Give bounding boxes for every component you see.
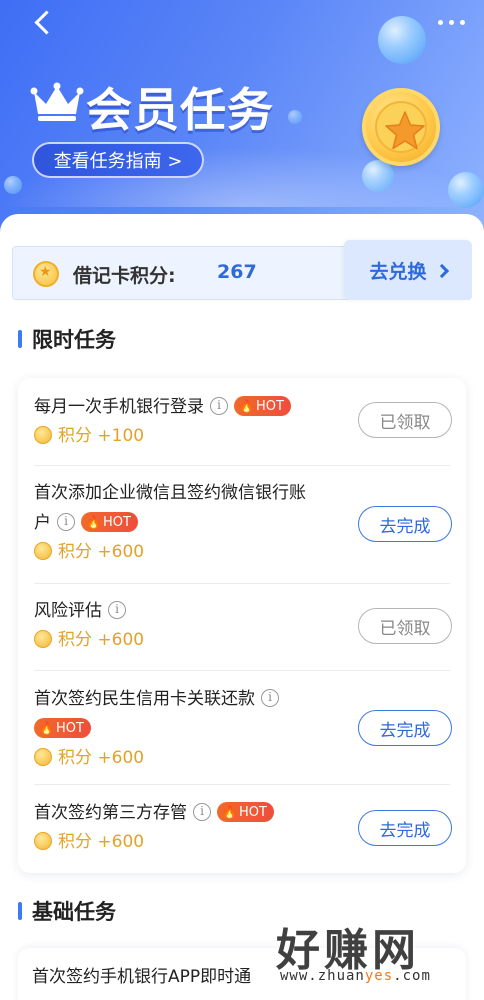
flame-icon: 🔥 [239, 398, 254, 413]
star-coin-icon [362, 88, 440, 166]
task-guide-button[interactable]: 查看任务指南 > [32, 142, 204, 178]
flame-icon: 🔥 [222, 804, 237, 819]
divider [34, 670, 450, 671]
points-label: 借记卡积分: [73, 265, 176, 287]
header-banner: 会员任务 查看任务指南 > [0, 0, 484, 235]
limited-task-list: 每月一次手机银行登录 i 🔥 HOT 积分 +100 已领取 首次添加企业微信且签约微… [18, 378, 466, 873]
hot-text: HOT [55, 720, 84, 736]
hot-text: HOT [102, 514, 131, 530]
task-name: 首次签约第三方存管 [34, 803, 187, 823]
divider [34, 784, 450, 785]
divider [34, 583, 450, 584]
hot-badge: 🔥 HOT [34, 717, 91, 738]
section-title-limited: 限时任务 [18, 324, 116, 354]
coin-icon [34, 541, 52, 560]
hot-badge: 🔥 HOT [217, 801, 274, 822]
complete-task-button[interactable]: 去完成 [358, 506, 452, 542]
hot-text: HOT [238, 804, 267, 820]
info-icon[interactable]: i [57, 512, 75, 531]
coin-icon [34, 425, 52, 444]
section-title-text: 基础任务 [32, 900, 116, 924]
task-name: 风险评估 [34, 601, 102, 621]
info-icon[interactable]: i [210, 396, 228, 415]
more-dots-icon[interactable] [438, 14, 472, 30]
back-arrow-icon[interactable] [28, 8, 58, 38]
info-icon[interactable]: i [108, 600, 126, 619]
section-title-text: 限时任务 [32, 328, 116, 352]
task-name: 首次签约民生信用卡关联还款 [34, 689, 255, 709]
section-title-basic: 基础任务 [18, 896, 116, 926]
coin-icon [34, 629, 52, 648]
points-value: 267 [217, 261, 257, 283]
watermark-url-hl: yes [364, 968, 394, 984]
task-name: 每月一次手机银行登录 [34, 397, 204, 417]
task-name-line1: 首次添加企业微信且签约微信银行账 [34, 483, 306, 503]
coin-icon [34, 831, 52, 850]
task-reward: 积分 +100 [58, 426, 145, 446]
decor-bubble [378, 16, 426, 64]
coin-icon [34, 747, 52, 766]
task-reward: 积分 +600 [58, 832, 145, 852]
claimed-button[interactable]: 已领取 [358, 608, 452, 644]
flame-icon: 🔥 [86, 514, 101, 529]
chevron-right-icon [434, 263, 449, 279]
hot-text: HOT [255, 398, 284, 414]
decor-bubble [288, 110, 302, 124]
hot-badge: 🔥 HOT [234, 395, 291, 416]
info-icon[interactable]: i [261, 688, 279, 707]
flame-icon: 🔥 [39, 720, 54, 735]
redeem-button[interactable]: 去兑换 [344, 240, 472, 300]
watermark-url-pre: www.zhuan [280, 968, 365, 984]
section-marker [18, 330, 22, 348]
task-reward: 积分 +600 [58, 542, 145, 562]
task-name: 首次签约手机银行APP即时通 [32, 967, 252, 987]
section-marker [18, 902, 22, 920]
task-reward: 积分 +600 [58, 630, 145, 650]
divider [34, 465, 450, 466]
redeem-label: 去兑换 [369, 260, 427, 283]
watermark: 好赚网 www.zhuanyes.com [276, 914, 466, 990]
complete-task-button[interactable]: 去完成 [358, 710, 452, 746]
hot-badge: 🔥 HOT [81, 511, 138, 532]
task-name-line2: 户 [34, 513, 51, 533]
task-reward: 积分 +600 [58, 748, 145, 768]
info-icon[interactable]: i [193, 802, 211, 821]
coin-icon [33, 261, 59, 287]
page-title: 会员任务 [86, 83, 274, 137]
complete-task-button[interactable]: 去完成 [358, 810, 452, 846]
watermark-url-post: .com [393, 968, 431, 984]
claimed-button[interactable]: 已领取 [358, 402, 452, 438]
crown-icon [30, 82, 84, 121]
watermark-url: www.zhuanyes.com [280, 968, 431, 984]
